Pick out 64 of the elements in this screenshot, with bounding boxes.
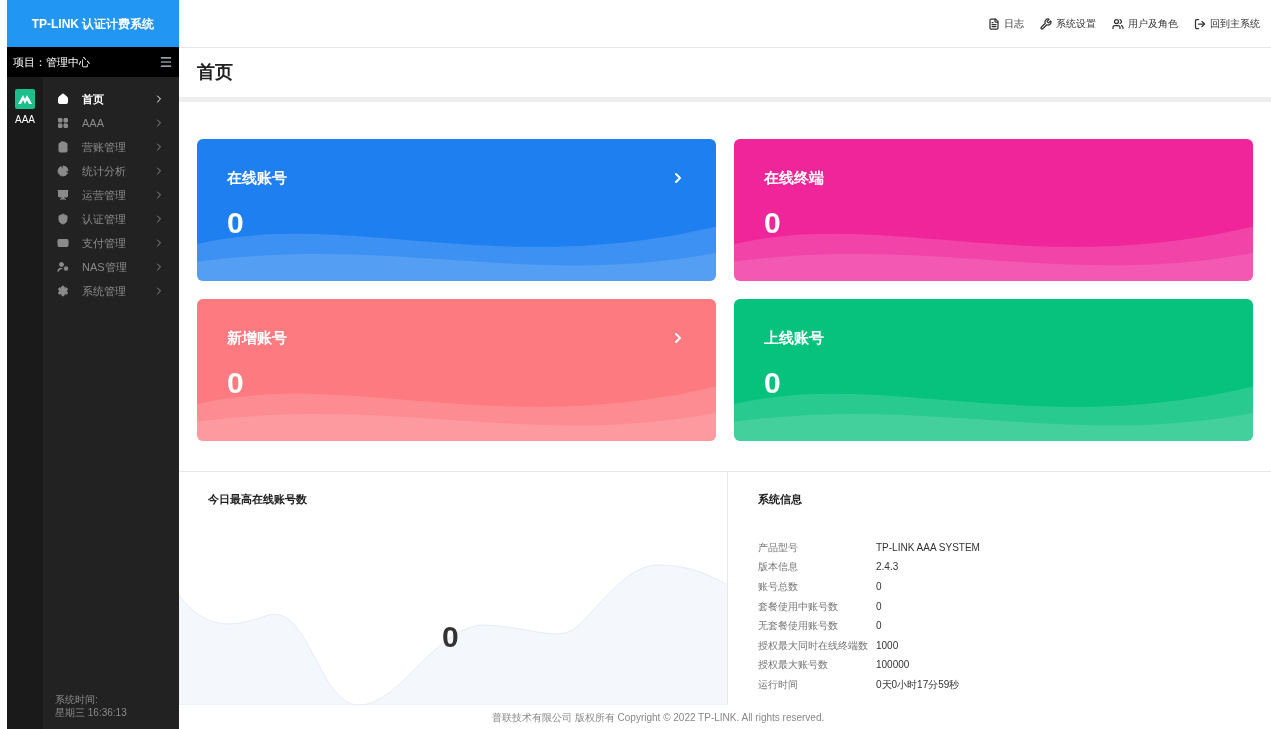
home-icon [57,93,69,105]
top-link[interactable]: 系统设置 [1040,16,1096,31]
wrench-icon [1040,17,1052,30]
panel-title: 系统信息 [758,492,803,507]
logout-icon [1194,17,1206,30]
app-label: AAA [15,113,35,127]
user-icon [57,261,69,273]
card-value: 0 [764,367,782,398]
info-value: 0 [876,580,882,594]
info-value: 0 [876,599,882,614]
monitor-icon [57,189,69,201]
info-value: 1000 [876,638,899,653]
time-label: 系统时间: [55,694,99,707]
app-logo-icon[interactable] [15,89,35,109]
stat-card[interactable]: 新增账号 0 [197,299,716,441]
nav-item[interactable]: 首页 [43,87,179,111]
nav-item[interactable]: NAS管理 [43,255,179,279]
info-value: 100000 [876,658,910,673]
info-label: 产品型号 [758,540,799,555]
card-value: 0 [227,367,245,398]
card-icon [57,237,69,249]
page-title: 首页 [197,61,233,84]
nav-item[interactable]: 系统管理 [43,279,179,303]
info-label: 套餐使用中账号数 [758,599,839,614]
nav-item[interactable]: 统计分析 [43,159,179,183]
stat-card[interactable]: 在线账号 0 [197,139,716,281]
nav-item[interactable]: 运营管理 [43,183,179,207]
nav-item[interactable]: AAA [43,111,179,135]
card-value: 0 [227,207,245,238]
project-label: 项目：管理中心 [13,54,90,70]
brand-header: TP-LINK 认证计费系统 [7,0,179,47]
footer-text: 普联技术有限公司 版权所有 Copyright © 2022 TP-LINK. All rights reserved. [492,710,825,725]
system-time: 星期三 16:36:13 [55,706,128,719]
menu-icon[interactable] [159,55,173,69]
info-label: 运行时间 [758,677,799,692]
info-label: 账号总数 [758,580,799,594]
info-label: 授权最大同时在线终端数 [758,638,869,653]
pie-chart-icon [57,165,69,177]
card-title: 在线账号 [227,168,287,188]
info-value: TP-LINK AAA SYSTEM [876,540,980,555]
card-title: 在线终端 [764,168,824,188]
top-link[interactable]: 回到主系统 [1194,16,1260,31]
settings-icon [57,285,69,297]
card-value: 0 [764,207,782,238]
card-title: 新增账号 [227,328,287,348]
panel-title: 今日最高在线账号数 [207,492,308,507]
info-label: 无套餐使用账号数 [758,619,839,634]
info-value: 2.4.3 [876,560,899,575]
info-value: 0 [876,619,882,634]
grid-icon [57,117,69,129]
nav-item[interactable]: 营账管理 [43,135,179,159]
info-label: 版本信息 [758,560,799,575]
peak-value: 0 [442,619,459,655]
nav-item[interactable]: 支付管理 [43,231,179,255]
document-icon [988,17,1000,30]
info-value: 0天0小时17分59秒 [876,677,960,692]
nav-item[interactable]: 认证管理 [43,207,179,231]
clipboard-icon [57,141,69,153]
users-icon [1112,17,1124,30]
top-link[interactable]: 日志 [988,16,1024,31]
top-link[interactable]: 用户及角色 [1112,16,1178,31]
card-title: 上线账号 [764,328,824,348]
shield-icon [57,213,69,225]
info-label: 授权最大账号数 [758,658,829,673]
